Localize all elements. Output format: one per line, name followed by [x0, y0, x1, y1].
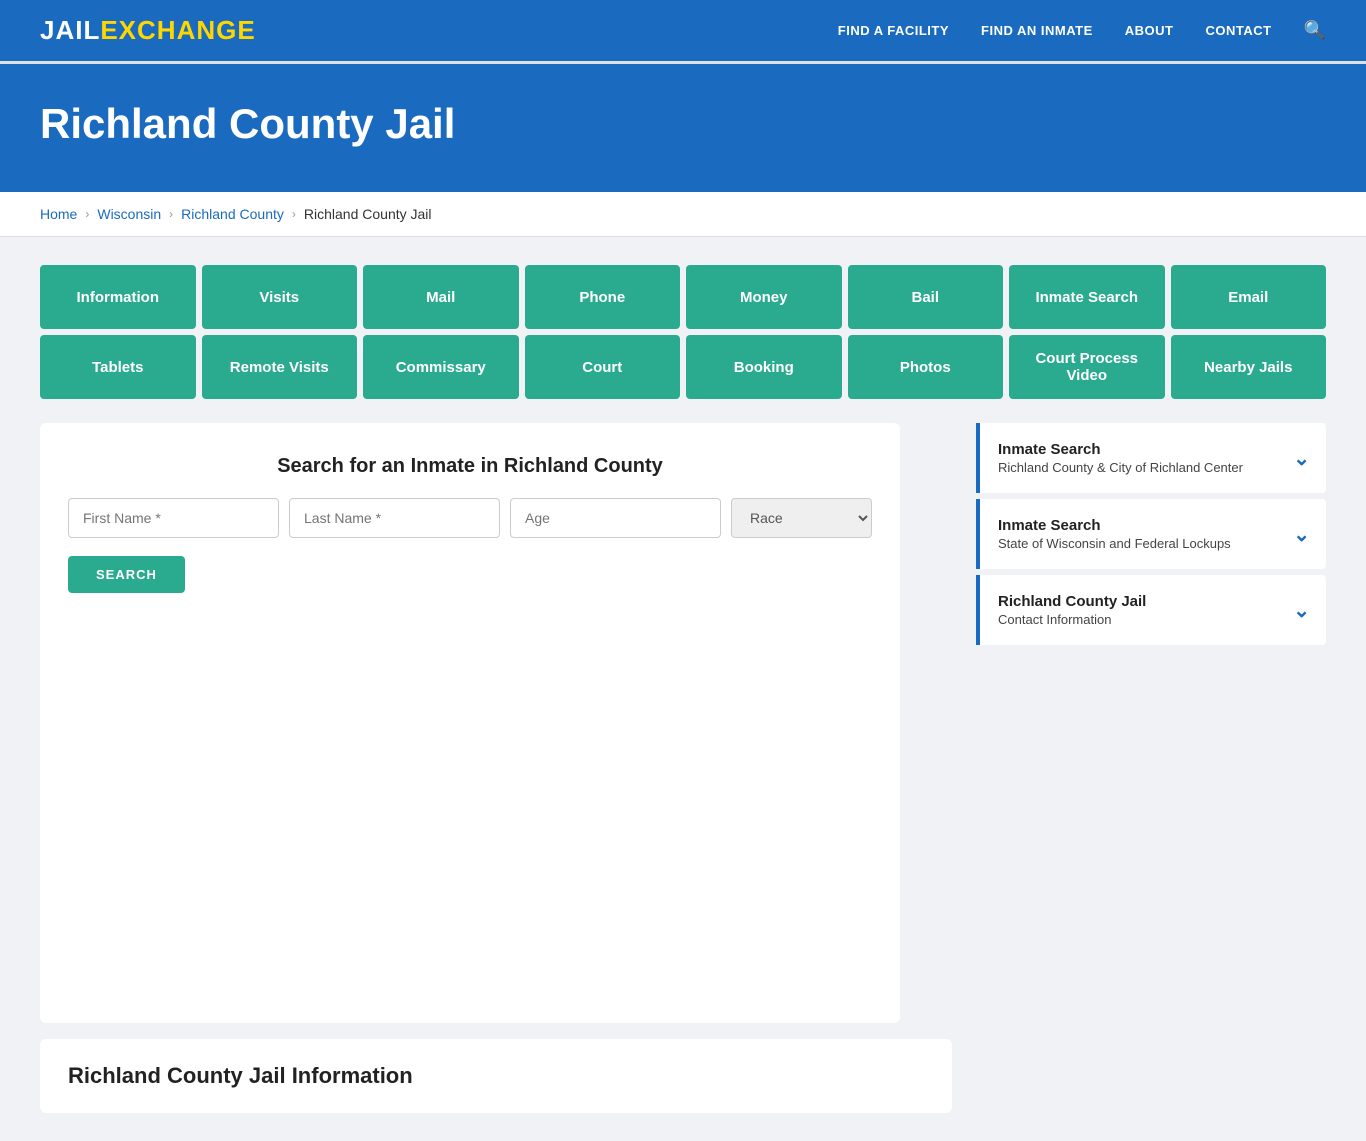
breadcrumb-sep-2: ›	[169, 207, 173, 221]
chevron-down-icon-3: ⌄	[1293, 598, 1310, 623]
search-title: Search for an Inmate in Richland County	[68, 455, 872, 478]
sidebar-card-sub-3: Contact Information	[998, 612, 1146, 627]
content-row: Search for an Inmate in Richland County …	[40, 423, 1326, 1113]
btn-nearby-jails[interactable]: Nearby Jails	[1171, 335, 1327, 399]
search-icon[interactable]: 🔍	[1304, 20, 1326, 41]
sidebar-card-title-1: Inmate Search	[998, 441, 1243, 458]
breadcrumb-wisconsin[interactable]: Wisconsin	[97, 206, 161, 222]
breadcrumb-sep-3: ›	[292, 207, 296, 221]
breadcrumb-sep-1: ›	[85, 207, 89, 221]
main-content: Information Visits Mail Phone Money Bail…	[0, 237, 1366, 1141]
btn-information[interactable]: Information	[40, 265, 196, 329]
btn-visits[interactable]: Visits	[202, 265, 358, 329]
chevron-down-icon-1: ⌄	[1293, 446, 1310, 471]
btn-tablets[interactable]: Tablets	[40, 335, 196, 399]
sidebar: Inmate Search Richland County & City of …	[976, 423, 1326, 651]
sidebar-card-contact[interactable]: Richland County Jail Contact Information…	[976, 575, 1326, 645]
btn-phone[interactable]: Phone	[525, 265, 681, 329]
sidebar-card-inmate-wisconsin[interactable]: Inmate Search State of Wisconsin and Fed…	[976, 499, 1326, 569]
info-section: Richland County Jail Information	[40, 1039, 952, 1113]
sidebar-card-sub-1: Richland County & City of Richland Cente…	[998, 460, 1243, 475]
sidebar-card-title-3: Richland County Jail	[998, 593, 1146, 610]
btn-mail[interactable]: Mail	[363, 265, 519, 329]
logo-exchange: EXCHANGE	[100, 15, 255, 45]
chevron-down-icon-2: ⌄	[1293, 522, 1310, 547]
category-buttons: Information Visits Mail Phone Money Bail…	[40, 265, 1326, 399]
btn-money[interactable]: Money	[686, 265, 842, 329]
nav-about[interactable]: ABOUT	[1125, 23, 1174, 38]
hero-section: Richland County Jail	[0, 64, 1366, 192]
breadcrumb-richland-county[interactable]: Richland County	[181, 206, 284, 222]
main-nav: FIND A FACILITY FIND AN INMATE ABOUT CON…	[838, 20, 1326, 41]
search-button[interactable]: SEARCH	[68, 556, 185, 593]
search-fields: Race White Black Hispanic Asian Other	[68, 498, 872, 538]
btn-court[interactable]: Court	[525, 335, 681, 399]
race-select[interactable]: Race White Black Hispanic Asian Other	[731, 498, 872, 538]
nav-find-facility[interactable]: FIND A FACILITY	[838, 23, 949, 38]
logo-jail: JAIL	[40, 15, 100, 45]
site-logo[interactable]: JAILEXCHANGE	[40, 15, 256, 46]
btn-booking[interactable]: Booking	[686, 335, 842, 399]
breadcrumb-home[interactable]: Home	[40, 206, 77, 222]
breadcrumb-current: Richland County Jail	[304, 206, 432, 222]
btn-photos[interactable]: Photos	[848, 335, 1004, 399]
breadcrumb: Home › Wisconsin › Richland County › Ric…	[0, 192, 1366, 237]
btn-inmate-search[interactable]: Inmate Search	[1009, 265, 1165, 329]
btn-commissary[interactable]: Commissary	[363, 335, 519, 399]
btn-bail[interactable]: Bail	[848, 265, 1004, 329]
sidebar-card-inmate-richland[interactable]: Inmate Search Richland County & City of …	[976, 423, 1326, 493]
page-title: Richland County Jail	[40, 100, 1326, 148]
age-input[interactable]	[510, 498, 721, 538]
info-title: Richland County Jail Information	[68, 1063, 924, 1089]
first-name-input[interactable]	[68, 498, 279, 538]
btn-court-process-video[interactable]: Court Process Video	[1009, 335, 1165, 399]
sidebar-card-title-2: Inmate Search	[998, 517, 1231, 534]
inmate-search-panel: Search for an Inmate in Richland County …	[40, 423, 900, 1023]
site-header: JAILEXCHANGE FIND A FACILITY FIND AN INM…	[0, 0, 1366, 64]
last-name-input[interactable]	[289, 498, 500, 538]
nav-contact[interactable]: CONTACT	[1205, 23, 1271, 38]
nav-find-inmate[interactable]: FIND AN INMATE	[981, 23, 1093, 38]
btn-email[interactable]: Email	[1171, 265, 1327, 329]
sidebar-card-sub-2: State of Wisconsin and Federal Lockups	[998, 536, 1231, 551]
btn-remote-visits[interactable]: Remote Visits	[202, 335, 358, 399]
